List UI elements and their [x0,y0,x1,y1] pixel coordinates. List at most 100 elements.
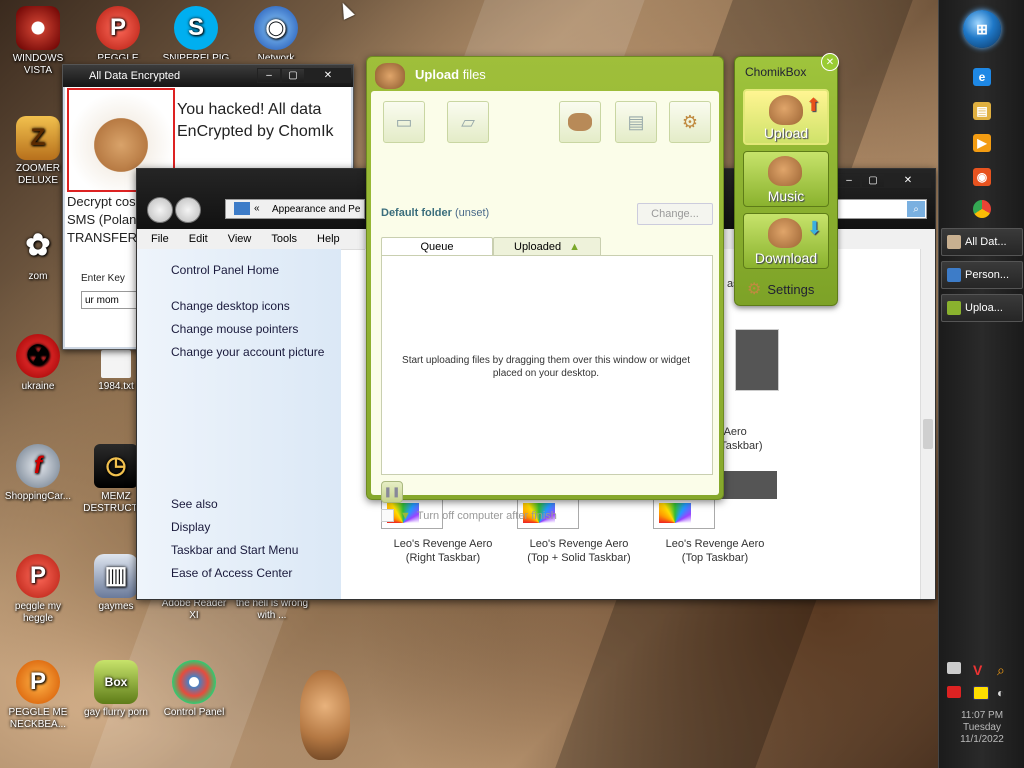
ransom-titlebar[interactable]: All Data Encrypted – ▢ ✕ [63,65,353,87]
menu-view[interactable]: View [228,233,252,245]
close-button[interactable]: ✕ [305,68,351,83]
tab-uploaded[interactable]: Uploaded ▲ [493,237,601,256]
forward-button[interactable] [175,197,201,223]
menu-tools[interactable]: Tools [271,233,297,245]
desktop-icon-gay-flurry-porn[interactable]: Box gay flurry porn [78,660,154,719]
default-folder: Default folder (unset) [381,207,489,219]
upload-queue[interactable]: Start uploading files by dragging them o… [381,255,713,475]
close-button[interactable]: ✕ [885,173,931,188]
hamster-image [300,670,350,760]
zuma-icon: Z [16,116,60,160]
desktop-icon-the-hell-is-wrong[interactable]: the hell is wrong with ... [234,598,310,622]
gear-icon[interactable]: ⚙ [669,101,711,143]
volume-icon[interactable]: ◐ [997,686,1011,700]
taskbar: ⊞ e ▤ ▶ ◉ All Dat... Person... Uploa... … [938,0,1024,768]
menu-help[interactable]: Help [317,233,340,245]
taskbar-button-upload[interactable]: Uploa... [941,294,1023,322]
upload-title: Upload files [415,67,486,82]
link-change-account-picture[interactable]: Change your account picture [171,345,324,359]
flag-icon[interactable] [947,686,961,698]
change-folder-button[interactable]: Change... [637,203,713,225]
desktop-icon-label: WINDOWS VISTA [12,53,64,76]
desktop-icon-skype[interactable]: S SNIPERELPIG [158,6,234,59]
flower-icon: ✿ [25,229,51,262]
link-change-desktop-icons[interactable]: Change desktop icons [171,299,290,313]
hamster-icon [568,113,592,131]
link-display[interactable]: Display [171,520,210,534]
theme-name: Leo's Revenge Aero [529,538,629,550]
chomikbox-icon: Box [94,660,138,704]
dropdown-arrow-icon[interactable]: ▼ [400,510,411,522]
desktop-icon-label: PEGGLE NIGHTS [97,53,139,59]
chomik-button[interactable] [559,101,601,143]
widget-upload-button[interactable]: ⬆ Upload [743,89,829,145]
maximize-button[interactable]: ▢ [861,173,885,188]
theme-variant: (Top + Solid Taskbar) [527,552,631,564]
ransom-instructions: Decrypt cos SMS (Polan TRANSFER [67,193,137,247]
shutdown-checkbox[interactable] [381,509,394,522]
desktop-icon-shoppingcar[interactable]: f ShoppingCar... [0,444,76,503]
taskbar-button-all-data[interactable]: All Dat... [941,228,1023,256]
desktop-icon-peggle-me-neckbeard[interactable]: P PEGGLE ME NECKBEA... [0,660,76,731]
see-also-heading: See also [171,497,218,511]
hamster-headphones-icon [768,156,802,186]
desktop-icon-label: 1984.txt [98,381,134,392]
ie-icon[interactable]: e [973,68,991,86]
start-button[interactable]: ⊞ [963,10,1001,48]
desktop-icon-peggle-my-heggle[interactable]: P peggle my heggle [0,554,76,625]
minimize-button[interactable]: – [837,173,861,188]
tab-queue[interactable]: Queue [381,237,493,256]
network-tray-icon[interactable] [973,686,989,700]
link-control-panel-home[interactable]: Control Panel Home [171,263,279,277]
maximize-button[interactable]: ▢ [281,68,305,83]
tab-label: Queue [420,241,454,253]
back-button[interactable] [147,197,173,223]
link-taskbar-start-menu[interactable]: Taskbar and Start Menu [171,543,298,557]
link-change-mouse-pointers[interactable]: Change mouse pointers [171,322,298,336]
menu-edit[interactable]: Edit [189,233,208,245]
widget-settings[interactable]: ⚙ Settings [747,279,814,299]
widget-download-button[interactable]: ⬇ Download [743,213,829,269]
address-bar[interactable]: « Appearance and Pe [225,199,365,219]
link-ease-of-access[interactable]: Ease of Access Center [171,566,292,580]
clock[interactable]: 11:07 PM Tuesday 11/1/2022 [939,710,1024,746]
avast-icon[interactable]: V [973,662,987,678]
shutdown-option[interactable]: ▼ Turn off computer after finish [381,509,557,522]
media-player-icon[interactable]: ▶ [973,134,991,152]
desktop-icon-label: ShoppingCar... [4,491,72,502]
chomikbox-widget[interactable]: ChomikBox ✕ ⬆ Upload Music ⬇ Download ⚙ … [734,53,839,306]
widget-music-button[interactable]: Music [743,151,829,207]
key-input[interactable] [81,291,141,309]
default-folder-value: (unset) [454,207,490,219]
add-file-button[interactable]: ▭ [383,101,425,143]
minimize-button[interactable]: – [257,68,281,83]
weibo-icon[interactable]: ◉ [973,168,991,186]
address-text: Appearance and Pe [272,203,361,215]
hamster-icon [769,95,803,125]
chrome-icon[interactable] [973,200,991,218]
vertical-scrollbar[interactable] [920,249,935,599]
clipboard-button[interactable]: ▤ [615,101,657,143]
close-icon[interactable]: ✕ [821,53,839,71]
explorer-icon[interactable]: ▤ [973,102,991,120]
add-folder-button[interactable]: ▱ [447,101,489,143]
ransom-line: SMS (Polan [67,212,137,227]
widget-button-label: Music [767,188,805,204]
upload-files-window[interactable]: Upload files ▭ ▱ ▤ ⚙ Default folder (uns… [366,56,724,522]
desktop-icon-adobe-reader[interactable]: Adobe Reader XI [156,598,232,622]
pause-button[interactable]: ❚❚ [381,481,403,503]
default-folder-label: Default folder [381,207,452,219]
search-icon[interactable]: ⌕ [907,201,925,217]
desktop-icon-control-panel[interactable]: Control Panel [156,660,232,719]
desktop-icon-peggle-nights[interactable]: P PEGGLE NIGHTS [80,6,156,59]
theme-preview-partial[interactable] [735,329,779,391]
taskbar-button-personalize[interactable]: Person... [941,261,1023,289]
search-icon[interactable]: ⌕ [997,662,1011,678]
menu-file[interactable]: File [151,233,169,245]
desktop-icon-label: ukraine [21,381,55,392]
search-input[interactable]: ⌕ [837,199,927,219]
scrollbar-thumb[interactable] [923,419,933,449]
desktop-icon-network[interactable]: ◉ Network [238,6,314,59]
tray-app-icon[interactable] [947,662,961,674]
peggle-icon: P [96,6,140,50]
